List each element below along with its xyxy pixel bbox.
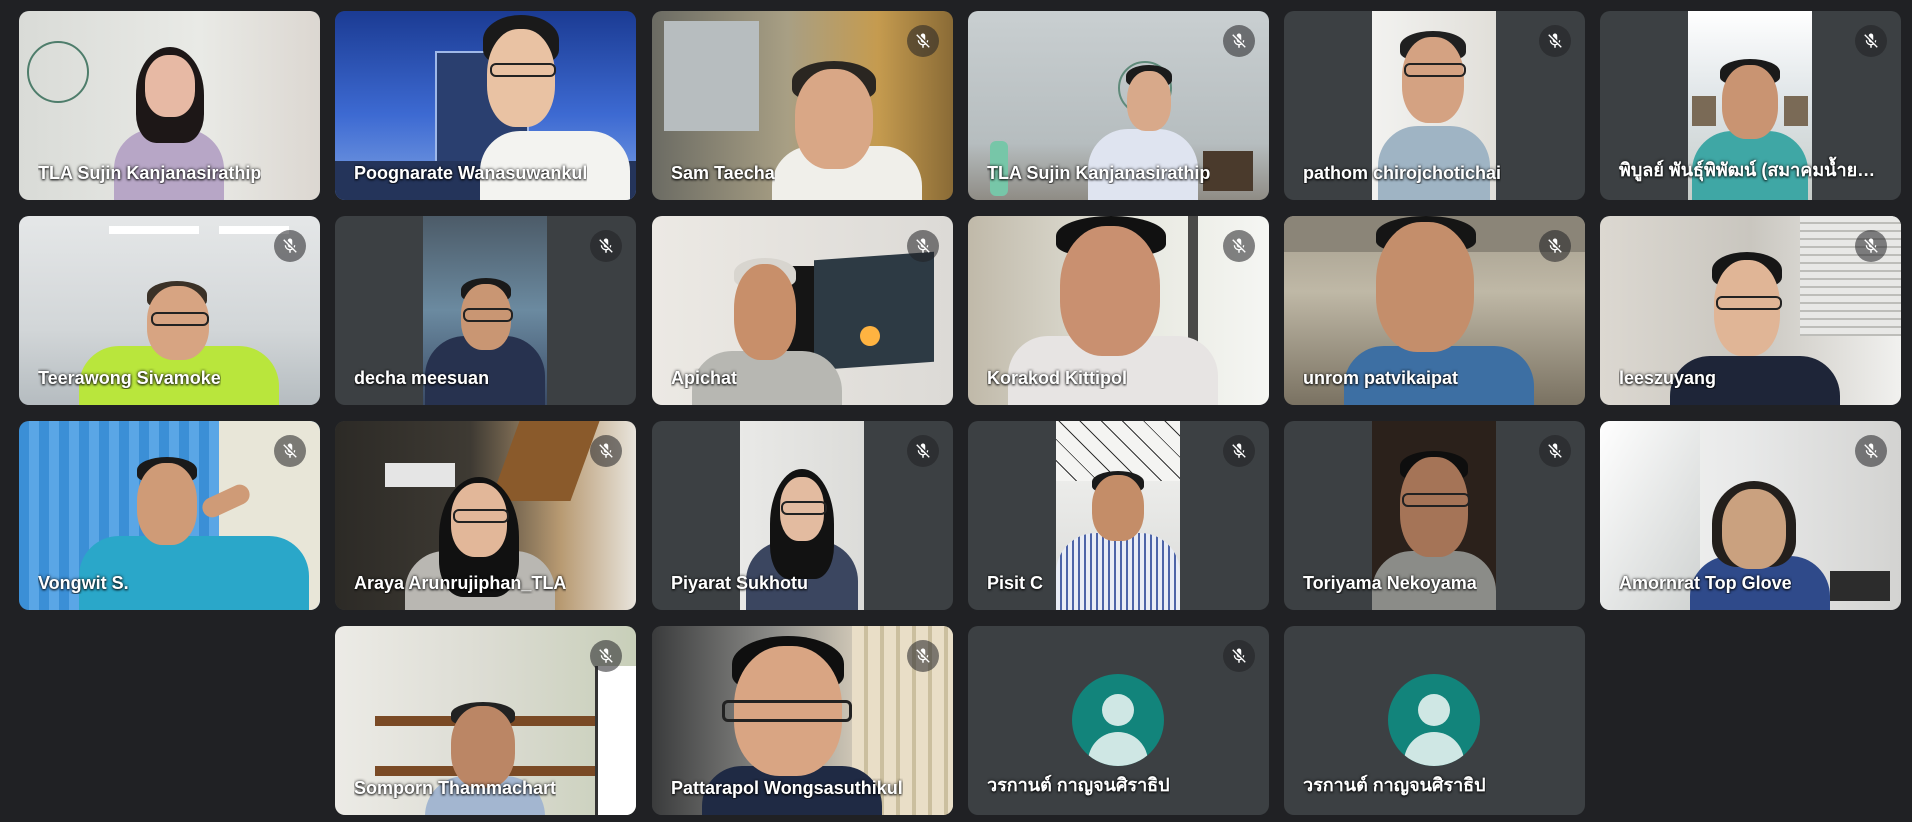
participant-name: วรกานต์ กาญจนศิราธิป (1303, 775, 1486, 795)
mic-off-icon (274, 435, 306, 467)
avatar-placeholder (1388, 674, 1480, 766)
participant-name: Poognarate Wanasuwankul (354, 163, 588, 183)
participant-name: Korakod Kittipol (987, 368, 1127, 388)
participant-tile[interactable]: Korakod Kittipol (968, 216, 1269, 405)
participant-tile[interactable]: วรกานต์ กาญจนศิราธิป (968, 626, 1269, 815)
participant-tile[interactable]: วรกานต์ กาญจนศิราธิป (1284, 626, 1585, 815)
mic-off-icon (907, 230, 939, 262)
participant-tile[interactable]: Sam Taecha (652, 11, 953, 200)
mic-off-icon (1855, 435, 1887, 467)
participant-tile[interactable]: Somporn Thammachart (335, 626, 636, 815)
participant-tile[interactable]: Apichat (652, 216, 953, 405)
participant-name: Pisit C (987, 573, 1044, 593)
mic-off-icon (1223, 25, 1255, 57)
mic-off-icon (1539, 25, 1571, 57)
participant-tile[interactable]: TLA Sujin Kanjanasirathip (19, 11, 320, 200)
mic-off-icon (590, 230, 622, 262)
participant-tile[interactable]: Amornrat Top Glove (1600, 421, 1901, 610)
participant-tile[interactable]: Pattarapol Wongsasuthikul (652, 626, 953, 815)
participant-tile[interactable]: unrom patvikaipat (1284, 216, 1585, 405)
participant-name: Toriyama Nekoyama (1303, 573, 1477, 593)
participant-name: pathom chirojchotichai (1303, 163, 1502, 183)
participant-name: TLA Sujin Kanjanasirathip (987, 163, 1211, 183)
mic-off-icon (1539, 230, 1571, 262)
participant-name: Somporn Thammachart (354, 778, 557, 798)
participant-tile[interactable]: Araya Arunrujiphan_TLA (335, 421, 636, 610)
mic-off-icon (907, 435, 939, 467)
avatar-placeholder (1072, 674, 1164, 766)
participant-tile[interactable]: leeszuyang (1600, 216, 1901, 405)
participant-name: unrom patvikaipat (1303, 368, 1459, 388)
mic-off-icon (274, 230, 306, 262)
participant-name: Piyarat Sukhotu (671, 573, 809, 593)
mic-off-icon (1855, 25, 1887, 57)
participant-tile[interactable]: Piyarat Sukhotu (652, 421, 953, 610)
participant-tile[interactable]: TLA Sujin Kanjanasirathip (968, 11, 1269, 200)
participant-name: decha meesuan (354, 368, 490, 388)
participant-name: Vongwit S. (38, 573, 129, 593)
mic-off-icon (907, 640, 939, 672)
participant-tile[interactable]: decha meesuan (335, 216, 636, 405)
mic-off-icon (907, 25, 939, 57)
participant-name: leeszuyang (1619, 368, 1717, 388)
participant-name: Araya Arunrujiphan_TLA (354, 573, 567, 593)
mic-off-icon (1223, 435, 1255, 467)
participant-name: TLA Sujin Kanjanasirathip (38, 163, 262, 183)
participant-name: Sam Taecha (671, 163, 775, 183)
participant-tile[interactable]: pathom chirojchotichai (1284, 11, 1585, 200)
participant-tile[interactable]: Vongwit S. (19, 421, 320, 610)
mic-off-icon (1223, 640, 1255, 672)
participant-name: Pattarapol Wongsasuthikul (671, 778, 903, 798)
participant-tile[interactable]: Pisit C (968, 421, 1269, 610)
mic-off-icon (590, 640, 622, 672)
video-feed (1056, 421, 1180, 610)
mic-off-icon (1539, 435, 1571, 467)
participant-tile[interactable]: พิบูลย์ พันธุ์พิพัฒน์ (สมาคมน้ำยาง... (1600, 11, 1901, 200)
participant-tile[interactable]: Toriyama Nekoyama (1284, 421, 1585, 610)
participant-name: Teerawong Sivamoke (38, 368, 221, 388)
mic-off-icon (1855, 230, 1887, 262)
participant-tile[interactable]: Poognarate Wanasuwankul (335, 11, 636, 200)
participant-name: วรกานต์ กาญจนศิราธิป (987, 775, 1170, 795)
participant-name: Amornrat Top Glove (1619, 573, 1792, 593)
participant-name: พิบูลย์ พันธุ์พิพัฒน์ (สมาคมน้ำยาง... (1619, 160, 1884, 180)
mic-off-icon (1223, 230, 1255, 262)
participant-tile[interactable]: Teerawong Sivamoke (19, 216, 320, 405)
participant-name: Apichat (671, 368, 738, 388)
mic-off-icon (590, 435, 622, 467)
emblem-icon (27, 41, 89, 103)
